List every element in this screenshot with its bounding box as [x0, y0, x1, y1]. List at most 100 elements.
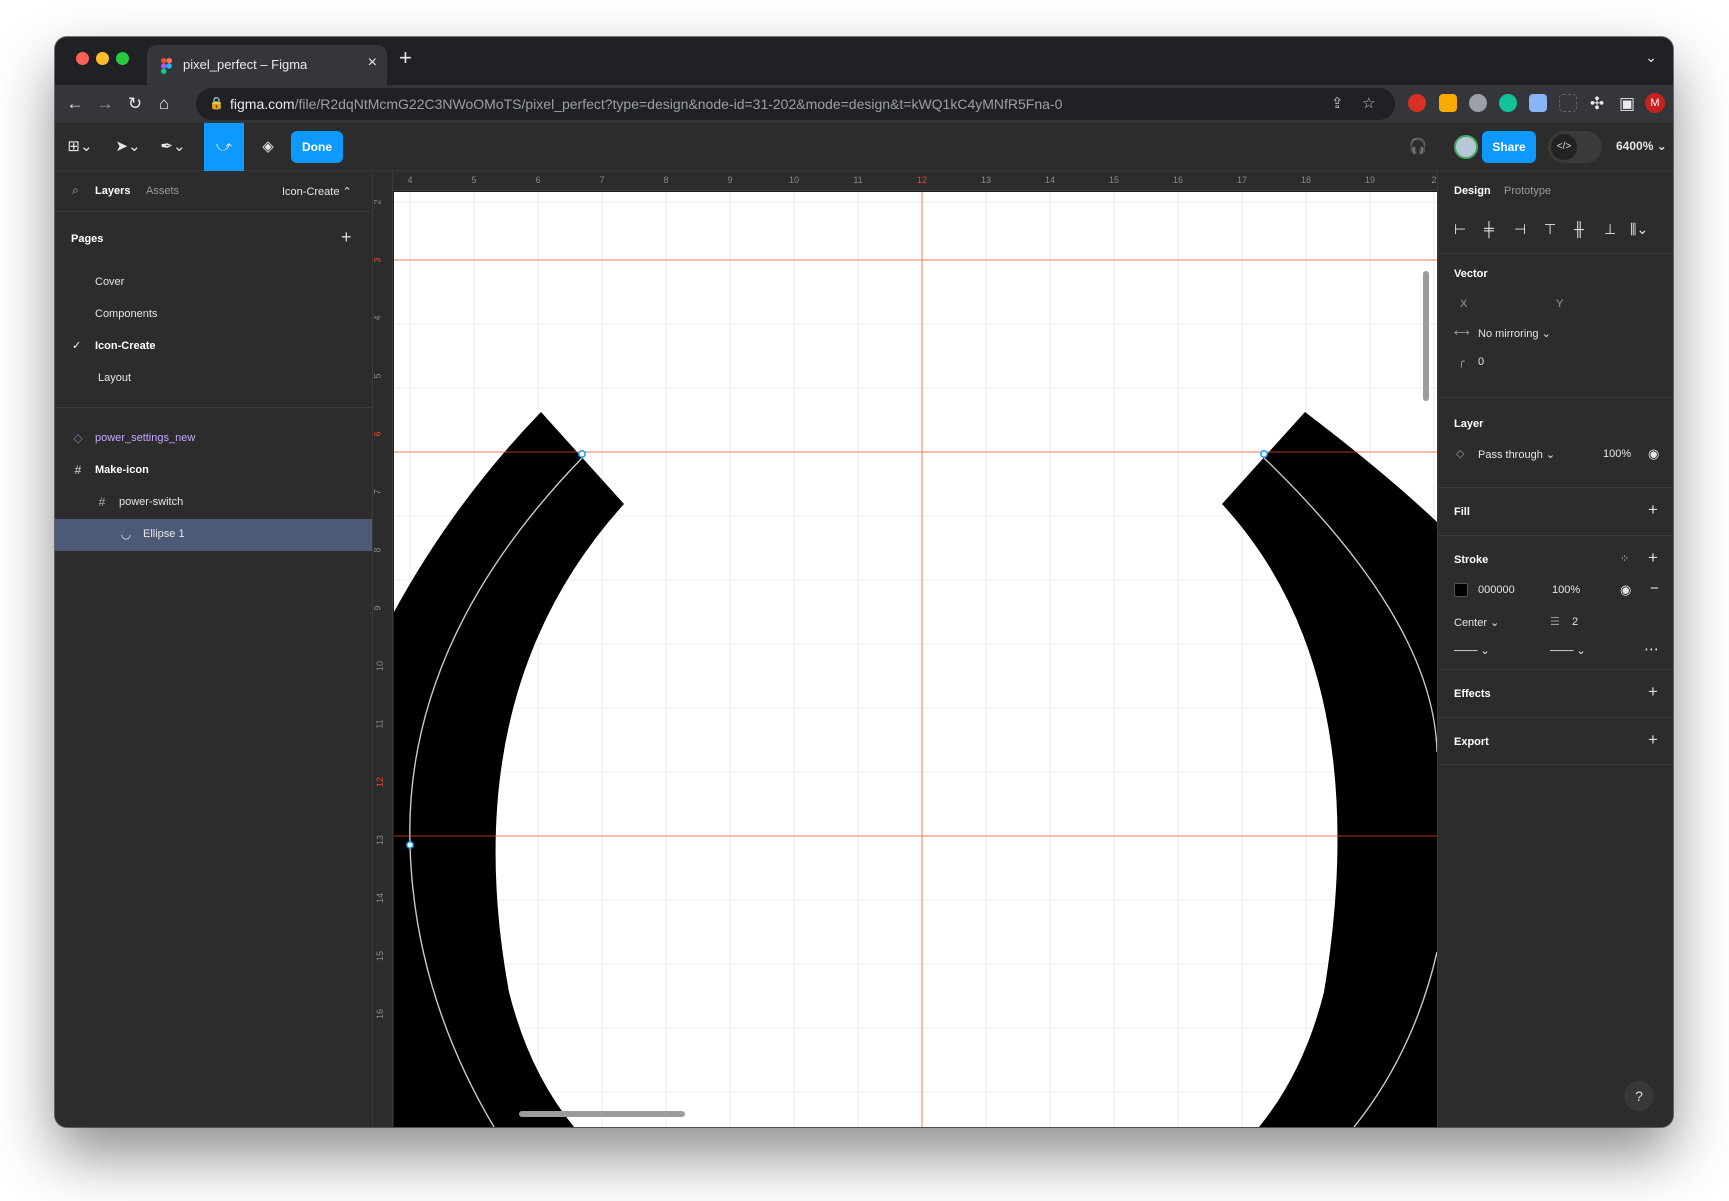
page-item-icon-create[interactable]: ✓ Icon-Create [55, 331, 372, 363]
add-effect-icon[interactable]: + [1648, 682, 1658, 702]
vertex-handle[interactable] [406, 841, 414, 849]
stroke-heading: Stroke [1454, 554, 1489, 566]
align-left-icon[interactable]: ⊢ [1454, 221, 1466, 238]
ruler-tick: 15 [1108, 175, 1120, 185]
vertex-handle[interactable] [578, 450, 586, 458]
paint-bucket-icon[interactable]: ◈ [251, 123, 285, 171]
extension-camera-icon[interactable] [1469, 94, 1487, 112]
bookmark-star-icon[interactable]: ☆ [1362, 94, 1375, 112]
align-top-icon[interactable]: ⊤ [1544, 221, 1556, 238]
minimize-window-button[interactable] [96, 52, 109, 65]
style-grid-icon[interactable]: ⁘ [1620, 552, 1629, 565]
page-item-label: Components [95, 308, 158, 320]
ruler-tick: 6 [373, 431, 383, 437]
forward-icon[interactable]: → [95, 94, 115, 114]
share-button[interactable]: Share [1482, 131, 1536, 163]
stroke-color-swatch[interactable] [1454, 583, 1468, 597]
ruler-tick: 6 [535, 175, 541, 185]
stroke-position-dropdown[interactable]: Center ⌄ [1454, 616, 1499, 629]
corner-radius-input[interactable]: 0 [1478, 356, 1484, 368]
canvas[interactable]: 4 5 6 7 8 9 10 11 12 13 14 15 16 17 18 1… [373, 171, 1437, 1127]
add-fill-icon[interactable]: + [1648, 500, 1658, 520]
add-stroke-icon[interactable]: + [1648, 548, 1658, 568]
tab-layers[interactable]: Layers [95, 185, 130, 197]
page-item-layout[interactable]: Layout [55, 363, 372, 395]
stroke-weight-input[interactable]: 2 [1572, 616, 1578, 628]
stroke-visibility-eye-icon[interactable]: ◉ [1620, 582, 1631, 598]
horizontal-scrollbar[interactable] [519, 1111, 685, 1117]
power-icon-drawing[interactable] [394, 192, 1437, 1127]
power-ring-right-stroke[interactable] [1222, 412, 1437, 1127]
tab-assets[interactable]: Assets [146, 185, 179, 197]
extension-placeholder-icon[interactable] [1559, 94, 1577, 112]
add-page-icon[interactable]: + [341, 227, 352, 248]
help-button[interactable]: ? [1624, 1081, 1654, 1111]
tab-design[interactable]: Design [1454, 185, 1491, 197]
dev-mode-toggle[interactable]: </> [1548, 131, 1602, 163]
x-label[interactable]: X [1460, 298, 1467, 310]
stroke-end-cap-dropdown[interactable]: ─── ⌄ [1550, 644, 1586, 657]
align-vertical-center-icon[interactable]: ╫ [1574, 221, 1584, 237]
url-text[interactable]: figma.com/file/R2dqNtMcmG22C3NWoOMoTS/pi… [230, 96, 1062, 112]
stroke-color-hex[interactable]: 000000 [1478, 584, 1515, 596]
extension-blue-icon[interactable] [1529, 94, 1547, 112]
distribute-icon[interactable]: ⫼⌄ [1630, 221, 1648, 238]
page-item-cover[interactable]: Cover [55, 267, 372, 299]
move-tool-icon[interactable]: ➤⌄ [111, 123, 145, 171]
extension-red-icon[interactable] [1408, 94, 1426, 112]
align-horizontal-center-icon[interactable]: ╪ [1484, 221, 1494, 237]
tab-prototype[interactable]: Prototype [1504, 185, 1551, 197]
profile-avatar[interactable]: M [1645, 93, 1665, 113]
more-options-icon[interactable]: ⋯ [1644, 640, 1659, 658]
side-panel-icon[interactable]: ▣ [1617, 94, 1637, 114]
search-icon[interactable]: ⌕ [72, 183, 79, 198]
vertical-scrollbar[interactable] [1423, 271, 1429, 401]
layer-row-power-switch[interactable]: # power-switch [55, 487, 372, 519]
layer-row-power-settings-new[interactable]: ◇ power_settings_new [55, 423, 372, 455]
new-tab-button[interactable]: + [399, 47, 412, 69]
remove-stroke-icon[interactable]: − [1650, 580, 1659, 597]
vertex-handle[interactable] [1260, 450, 1268, 458]
close-tab-icon[interactable]: × [368, 54, 377, 72]
ruler-tick: 9 [727, 175, 733, 185]
stroke-opacity-input[interactable]: 100% [1552, 584, 1580, 596]
fill-section: Fill + [1438, 487, 1673, 535]
user-avatar[interactable] [1454, 135, 1478, 159]
layer-opacity-input[interactable]: 100% [1603, 448, 1631, 460]
home-icon[interactable]: ⌂ [154, 94, 174, 114]
blend-mode-dropdown[interactable]: Pass through ⌄ [1478, 448, 1555, 461]
power-ring-left-stroke[interactable] [394, 412, 624, 1127]
close-window-button[interactable] [76, 52, 89, 65]
grammarly-extension-icon[interactable] [1499, 94, 1517, 112]
layer-row-make-icon[interactable]: # Make-icon [55, 455, 372, 487]
headphones-icon[interactable]: 🎧 [1403, 123, 1433, 171]
current-page-dropdown[interactable]: Icon-Create ⌃ [282, 185, 352, 198]
artboard-frame[interactable] [394, 192, 1437, 1127]
mirroring-dropdown[interactable]: No mirroring ⌄ [1478, 327, 1551, 340]
extensions-icon[interactable]: ✣ [1587, 94, 1607, 114]
page-item-components[interactable]: Components [55, 299, 372, 331]
bend-tool-icon[interactable]: ⤻ [204, 123, 244, 171]
done-button[interactable]: Done [291, 131, 343, 163]
pen-tool-icon[interactable]: ✒⌄ [155, 123, 191, 171]
visibility-eye-icon[interactable]: ◉ [1648, 446, 1659, 462]
ruler-tick: 2 [1431, 175, 1437, 185]
stroke-start-cap-dropdown[interactable]: ─── ⌄ [1454, 644, 1490, 657]
back-icon[interactable]: ← [65, 94, 85, 114]
address-bar[interactable]: 🔒 figma.com/file/R2dqNtMcmG22C3NWoOMoTS/… [196, 88, 1395, 120]
share-page-icon[interactable]: ⇪ [1331, 94, 1344, 112]
browser-tab[interactable]: pixel_perfect – Figma × [147, 45, 387, 85]
align-right-icon[interactable]: ⊣ [1514, 221, 1526, 238]
reload-icon[interactable]: ↻ [125, 94, 145, 114]
extension-yellow-icon[interactable] [1439, 94, 1457, 112]
layer-row-ellipse-1[interactable]: ◡ Ellipse 1 [55, 519, 372, 551]
tab-title: pixel_perfect – Figma [183, 57, 308, 72]
add-export-icon[interactable]: + [1648, 730, 1658, 750]
zoom-dropdown[interactable]: 6400% ⌄ [1616, 139, 1667, 153]
lock-icon[interactable]: 🔒 [209, 96, 224, 110]
maximize-window-button[interactable] [116, 52, 129, 65]
tab-search-icon[interactable]: ⌄ [1645, 49, 1657, 66]
y-label[interactable]: Y [1556, 298, 1563, 310]
figma-menu-icon[interactable]: ⊞⌄ [63, 123, 97, 171]
align-bottom-icon[interactable]: ⊥ [1604, 221, 1616, 238]
